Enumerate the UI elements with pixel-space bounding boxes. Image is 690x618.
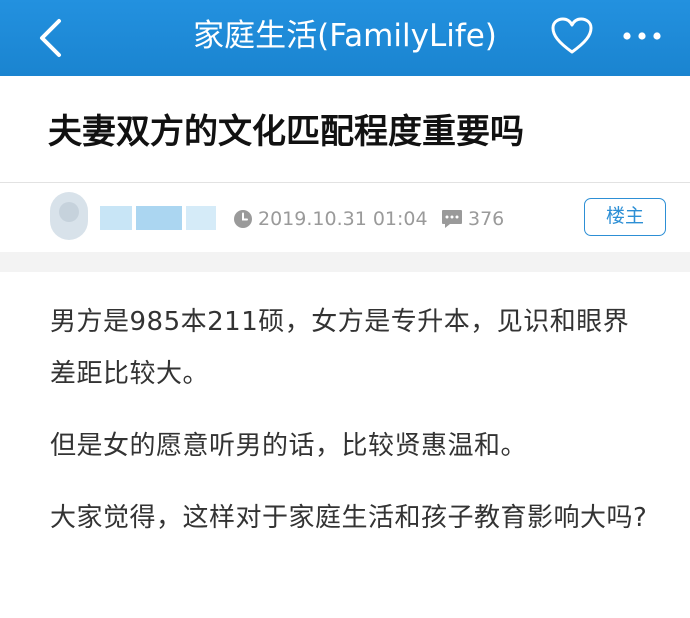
section-separator xyxy=(0,252,690,272)
forum-title: 家庭生活(FamilyLife) xyxy=(193,18,497,54)
more-options-button[interactable] xyxy=(614,14,670,58)
op-badge[interactable]: 楼主 xyxy=(584,198,666,236)
post-paragraph: 但是女的愿意听男的话，比较贤惠温和。 xyxy=(50,431,528,461)
author-avatar[interactable] xyxy=(50,192,88,240)
chevron-left-icon xyxy=(40,19,61,57)
top-app-bar: 家庭生活(FamilyLife) xyxy=(0,0,690,76)
more-horizontal-icon xyxy=(623,32,661,40)
divider xyxy=(0,182,690,183)
post-paragraph: 男方是985本211硕，女方是专升本，见识和眼界差距比较大。 xyxy=(50,307,630,389)
post-paragraph: 大家觉得，这样对于家庭生活和孩子教育影响大吗? xyxy=(50,503,648,533)
post-date: 2019.10.31 01:04 xyxy=(258,208,428,230)
clock-icon xyxy=(234,210,252,228)
favorite-button[interactable] xyxy=(544,10,600,62)
author-name-blurred[interactable] xyxy=(100,206,220,230)
comment-icon xyxy=(442,210,462,228)
post-title: 夫妻双方的文化匹配程度重要吗 xyxy=(48,112,524,152)
comment-count: 376 xyxy=(468,208,505,230)
post-body: 男方是985本211硕，女方是专升本，见识和眼界差距比较大。 但是女的愿意听男的… xyxy=(50,296,650,564)
back-button[interactable] xyxy=(22,10,78,66)
heart-outline-icon xyxy=(551,17,593,54)
